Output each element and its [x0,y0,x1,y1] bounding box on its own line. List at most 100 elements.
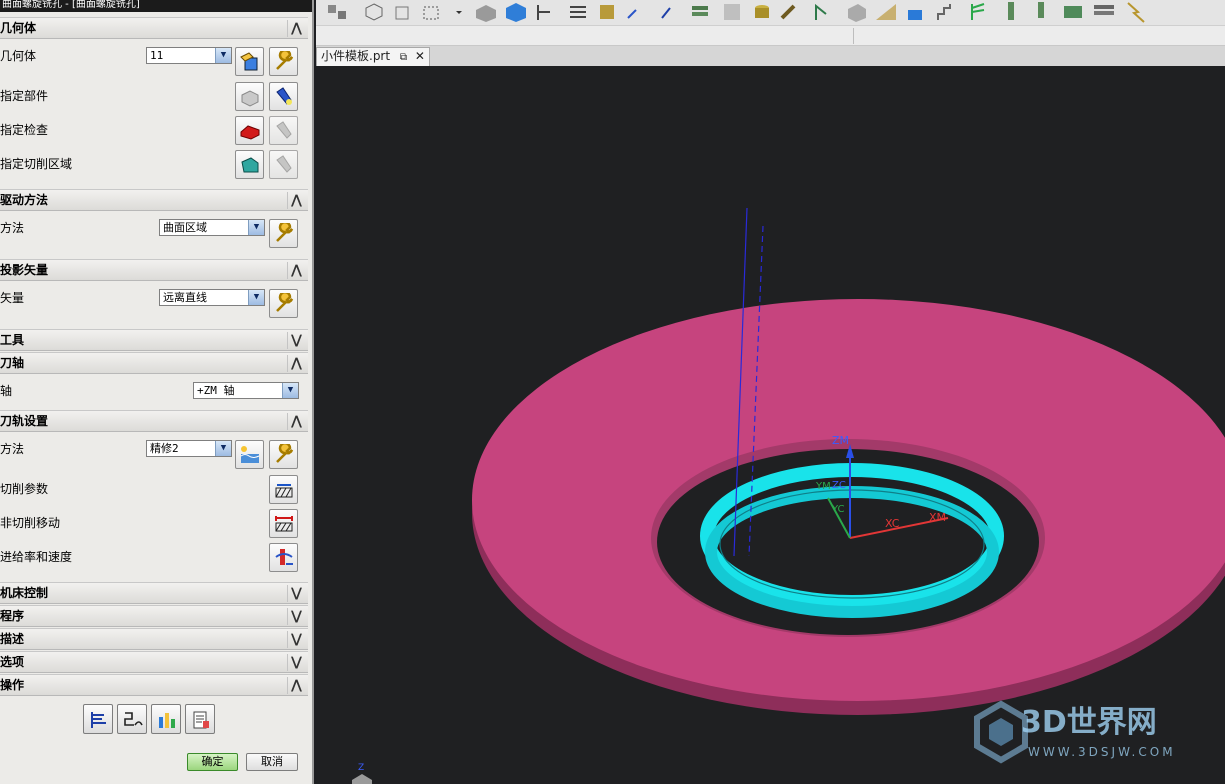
edit-method-button[interactable] [269,440,298,469]
lightning-icon[interactable] [1127,2,1145,23]
non-cut-moves-button[interactable] [269,509,298,538]
section-options-header[interactable]: 选项 ⋁ [0,651,308,673]
collapse-chevron-icon[interactable]: ⋀ [287,355,305,372]
feeds-speeds-button[interactable] [269,543,298,572]
select-box-icon[interactable] [423,6,462,20]
ok-button[interactable]: 确定 [187,753,238,771]
expand-chevron-icon[interactable]: ⋁ [287,608,305,625]
expand-chevron-icon[interactable]: ⋁ [287,631,305,648]
tool-axis-value: +ZM 轴 [197,384,235,397]
component-icon[interactable] [600,5,614,19]
collapse-chevron-icon[interactable]: ⋀ [287,262,305,279]
display-check-button[interactable] [269,116,298,145]
section-actions-title: 操作 [0,678,25,692]
wrench-icon [276,223,294,242]
section-drive-header[interactable]: 驱动方法 ⋀ [0,189,308,211]
collapse-chevron-icon[interactable]: ⋀ [287,192,305,209]
feeds-speeds-label: 进给率和速度 [0,550,73,564]
flow-icon[interactable] [537,5,550,20]
section-program-title: 程序 [0,609,25,623]
probe-icon[interactable] [1038,2,1044,18]
section-tool-header[interactable]: 工具 ⋁ [0,329,308,351]
bar-icon[interactable] [1008,2,1014,20]
restore-icon[interactable]: ⧉ [400,52,407,63]
tool-axis-dropdown[interactable]: +ZM 轴 ▼ [193,382,299,399]
block-icon[interactable] [848,4,866,22]
operation-dialog: 曲面螺旋铣孔 - [曲面螺旋铣孔] 几何体 ⋀ 几何体 11 ▼ 指定部件 指定… [0,0,314,784]
toolbar-divider [853,28,854,44]
specify-check-button[interactable] [235,116,264,145]
solid-icon[interactable] [476,5,496,22]
section-projection-header[interactable]: 投影矢量 ⋀ [0,259,308,281]
steps-icon[interactable] [937,4,951,20]
stack-icon[interactable] [1094,5,1114,15]
replay-button[interactable] [117,704,147,734]
section-tool-axis-header[interactable]: 刀轴 ⋀ [0,352,308,374]
document-tab[interactable]: 小件模板.prt ⧉ ✕ [316,47,430,66]
rect-icon[interactable] [1064,6,1082,18]
path-method-dropdown[interactable]: 精修2 ▼ [146,440,232,457]
edit-drive-button[interactable] [269,219,298,248]
section-actions-header[interactable]: 操作 ⋀ [0,674,308,696]
cube-icon[interactable] [506,3,526,22]
dropdown-arrow-icon[interactable]: ▼ [282,383,298,398]
model-scene: ZM YM ZC YC XC XM Z 3D世界网 WWW.3DSJW.COM [352,207,1225,784]
list-button[interactable] [185,704,215,734]
flashlight-icon [276,87,292,105]
green-tree-icon[interactable] [971,3,985,20]
expand-chevron-icon[interactable]: ⋁ [287,332,305,349]
edit-projection-button[interactable] [269,289,298,318]
pencil-icon[interactable] [780,4,796,20]
expand-chevron-icon[interactable]: ⋁ [287,585,305,602]
generate-icon [91,712,106,728]
projection-vector-dropdown[interactable]: 远离直线 ▼ [159,289,265,306]
specify-cut-area-button[interactable] [235,150,264,179]
dropdown-arrow-icon[interactable]: ▼ [248,290,264,305]
collapse-chevron-icon[interactable]: ⋀ [287,20,305,37]
dropdown-arrow-icon[interactable]: ▼ [215,48,231,63]
section-path-settings-header[interactable]: 刀轨设置 ⋀ [0,410,308,432]
list-lines-icon[interactable] [570,6,586,18]
cut-params-button[interactable] [269,475,298,504]
graphics-viewport[interactable]: ZM YM ZC YC XC XM Z 3D世界网 WWW.3DSJW.COM [316,66,1225,784]
export-icon[interactable] [908,10,922,20]
dropdown-arrow-icon[interactable]: ▼ [248,220,264,235]
collapse-chevron-icon[interactable]: ⋀ [287,413,305,430]
specify-part-button[interactable] [235,82,264,111]
cylinder-icon[interactable] [755,5,769,18]
new-method-icon [240,446,260,463]
dxf-icon[interactable] [627,9,637,19]
section-program-header[interactable]: 程序 ⋁ [0,605,308,627]
cancel-button[interactable]: 取消 [246,753,298,771]
display-cut-area-button[interactable] [269,150,298,179]
geometry-dropdown[interactable]: 11 ▼ [146,47,232,64]
collapse-chevron-icon[interactable]: ⋀ [287,677,305,694]
dropdown-arrow-icon[interactable]: ▼ [215,441,231,456]
section-machine-header[interactable]: 机床控制 ⋁ [0,582,308,604]
close-icon[interactable]: ✕ [415,49,425,63]
edit-geometry-button[interactable] [269,47,298,76]
z-small-label: Z [358,763,364,773]
path-method-value: 精修2 [150,442,179,455]
prt-icon[interactable] [661,7,671,19]
section-path-settings-title: 刀轨设置 [0,414,49,428]
ym-label: YM [815,481,831,492]
generate-button[interactable] [83,704,113,734]
list-icon [193,711,209,729]
point-icon[interactable] [365,3,383,21]
kg-icon[interactable] [724,4,740,20]
box-wire-icon[interactable] [395,6,409,20]
display-part-button[interactable] [269,82,298,111]
verify-button[interactable] [151,704,181,734]
new-method-button[interactable] [235,440,264,469]
expand-chevron-icon[interactable]: ⋁ [287,654,305,671]
section-description-header[interactable]: 描述 ⋁ [0,628,308,650]
main-toolbar [316,0,1225,26]
snap-icon[interactable] [328,5,346,19]
tree-icon[interactable] [815,3,827,20]
section-geometry-header[interactable]: 几何体 ⋀ [0,17,308,39]
layers-icon[interactable] [692,6,708,16]
drive-method-dropdown[interactable]: 曲面区域 ▼ [159,219,265,236]
ramp-icon[interactable] [876,4,896,20]
new-geometry-button[interactable] [235,47,264,76]
